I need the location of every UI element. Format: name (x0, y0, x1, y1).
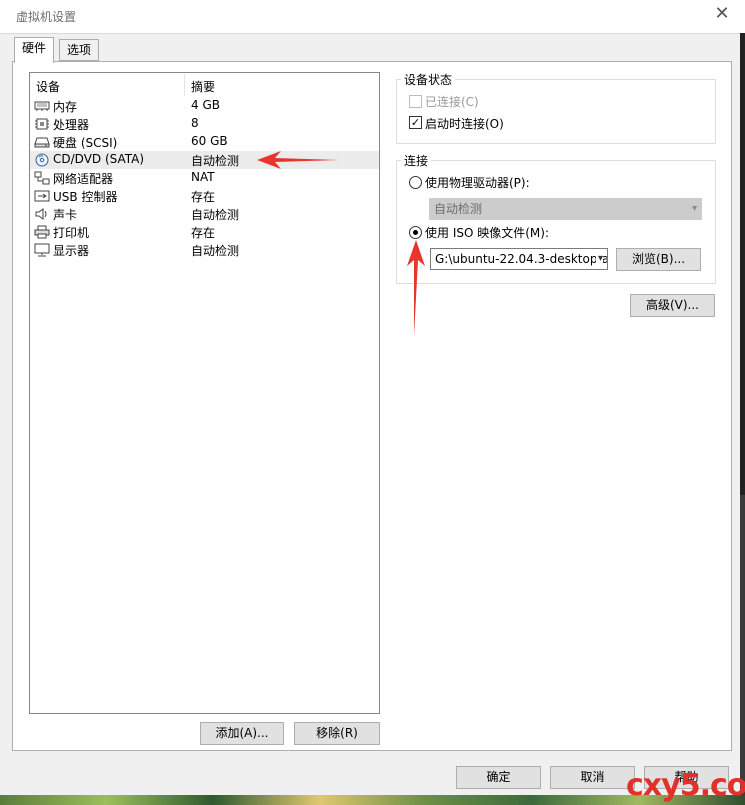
device-name: 显示器 (53, 244, 90, 258)
device-name: CD/DVD (SATA) (53, 152, 145, 166)
device-summary: 自动检测 (191, 154, 240, 168)
tab-options[interactable]: 选项 (59, 39, 100, 61)
chevron-down-icon[interactable]: ▾ (595, 249, 603, 269)
device-summary: 8 (191, 116, 199, 130)
device-summary: 存在 (191, 226, 216, 240)
device-name: 网络适配器 (53, 172, 114, 186)
device-name: 硬盘 (SCSI) (53, 136, 118, 150)
connect-at-power-on-label[interactable]: 启动时连接(O) (425, 115, 504, 132)
device-summary: 60 GB (191, 134, 228, 148)
physical-drive-select[interactable]: 自动检测 ▾ (429, 198, 702, 220)
cancel-button[interactable]: 取消 (550, 766, 635, 789)
connected-label[interactable]: 已连接(C) (425, 93, 479, 110)
add-button[interactable]: 添加(A)... (200, 722, 284, 745)
background-window-edge-lower (740, 495, 745, 805)
usb-controller-icon (34, 189, 50, 203)
list-item-processor[interactable]: 处理器 8 (30, 115, 379, 133)
device-name: 处理器 (53, 118, 90, 132)
device-summary: 4 GB (191, 98, 220, 112)
memory-icon (34, 99, 50, 113)
hard-disk-icon (34, 135, 50, 149)
device-summary: 存在 (191, 190, 216, 204)
physical-drive-value: 自动检测 (434, 202, 483, 216)
tab-hardware[interactable]: 硬件 (14, 37, 55, 63)
processor-icon (34, 117, 50, 131)
close-icon[interactable]: ✕ (712, 4, 732, 24)
device-summary: NAT (191, 170, 215, 184)
ok-button[interactable]: 确定 (456, 766, 541, 789)
display-icon (34, 243, 50, 257)
background-window-edge (740, 33, 745, 495)
printer-icon (34, 225, 50, 239)
column-separator[interactable] (184, 74, 185, 96)
device-summary: 自动检测 (191, 244, 240, 258)
sound-card-icon (34, 207, 50, 221)
device-name: 内存 (53, 100, 78, 114)
iso-image-label[interactable]: 使用 ISO 映像文件(M): (425, 224, 549, 241)
annotation-arrow-vertical (407, 240, 425, 336)
list-item-printer[interactable]: 打印机 存在 (30, 223, 379, 241)
annotation-arrow-horizontal (257, 151, 339, 169)
list-item-display[interactable]: 显示器 自动检测 (30, 241, 379, 259)
column-header-summary[interactable]: 摘要 (191, 78, 215, 95)
device-status-legend: 设备状态 (401, 71, 456, 88)
column-header-device[interactable]: 设备 (36, 78, 60, 95)
window-title: 虚拟机设置 (16, 10, 77, 24)
device-status-group (396, 79, 716, 144)
watermark-text: cxy5.com (626, 768, 745, 803)
device-name: USB 控制器 (53, 190, 118, 204)
connection-legend: 连接 (401, 152, 432, 169)
device-summary: 自动检测 (191, 208, 240, 222)
physical-drive-label[interactable]: 使用物理驱动器(P): (425, 174, 530, 191)
browse-button[interactable]: 浏览(B)... (616, 248, 701, 271)
list-item-memory[interactable]: 内存 4 GB (30, 97, 379, 115)
list-item-usb-controller[interactable]: USB 控制器 存在 (30, 187, 379, 205)
chevron-down-icon: ▾ (691, 203, 697, 214)
advanced-button[interactable]: 高级(V)... (630, 294, 715, 317)
network-adapter-icon (34, 171, 50, 185)
connected-checkbox[interactable] (409, 95, 422, 108)
remove-button[interactable]: 移除(R) (294, 722, 380, 745)
cd-dvd-icon (34, 153, 50, 167)
iso-path-value: G:\ubuntu-22.04.3-desktop-amd64.iso (435, 252, 607, 266)
device-name: 打印机 (53, 226, 90, 240)
iso-path-combobox[interactable]: G:\ubuntu-22.04.3-desktop-amd64.iso ▾ (430, 248, 608, 270)
physical-drive-radio[interactable] (409, 176, 422, 189)
device-name: 声卡 (53, 208, 78, 222)
list-item-sound-card[interactable]: 声卡 自动检测 (30, 205, 379, 223)
connect-at-power-on-checkbox[interactable]: ✓ (409, 116, 422, 129)
